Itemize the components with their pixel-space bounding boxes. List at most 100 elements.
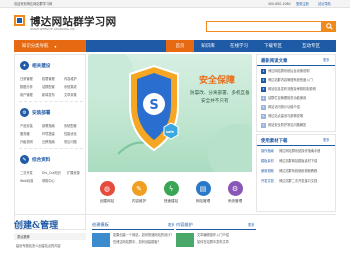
login-link[interactable]: 登录注册 bbox=[296, 2, 309, 6]
sidebar-link[interactable]: 权限管理 bbox=[42, 76, 55, 81]
globe-icon: ◍ bbox=[99, 181, 115, 196]
subtab-bar: 重点推荐 bbox=[14, 233, 86, 240]
search-input[interactable] bbox=[206, 21, 322, 32]
sidebar-link[interactable]: 系统配置 bbox=[64, 123, 77, 128]
search-icon bbox=[325, 23, 333, 30]
download-desc[interactable]: 博达站群系统使用视频教程 bbox=[279, 169, 317, 173]
thumbnail-image[interactable] bbox=[92, 233, 110, 247]
top-bar: 欢迎来到博达网站群学习网 400-600-1060 登录注册 站点导航 bbox=[0, 0, 350, 8]
tool-site-management[interactable]: ▤ 网站管理 bbox=[188, 176, 218, 212]
download-name[interactable]: 模板素材 bbox=[261, 159, 274, 163]
gear-icon: ⚙ bbox=[227, 181, 243, 196]
list-item[interactable]: 2 博达站群内容管理系统快速入门 bbox=[261, 78, 313, 83]
nav-interactive[interactable]: 互动专区 bbox=[294, 40, 328, 52]
more-link[interactable]: 更多 bbox=[248, 223, 254, 227]
sidebar-link[interactable]: Div_Css知识 bbox=[42, 170, 61, 175]
sidebar-link[interactable]: 内容维护 bbox=[64, 76, 77, 81]
bolt-icon: ϟ bbox=[163, 181, 179, 196]
nav-knowledge[interactable]: 知识库 bbox=[194, 40, 222, 52]
column-title: 创建模板 bbox=[92, 222, 109, 227]
sidebar-link[interactable]: 性能优化 bbox=[64, 131, 77, 136]
sidebar-link[interactable]: 迁移指南 bbox=[42, 139, 55, 144]
sidebar-link[interactable]: 用户管理 bbox=[20, 92, 33, 97]
rank-badge: 6 bbox=[261, 114, 266, 119]
tool-label: 内容维护 bbox=[131, 199, 147, 203]
section-title: 创建&管理 bbox=[14, 221, 59, 231]
tool-label: 网站管理 bbox=[195, 199, 211, 203]
banner-line-2: 安全并不只有 bbox=[201, 99, 229, 104]
banner-line-1: 防篡改、分离部署、多机互备 bbox=[190, 91, 250, 96]
list-item[interactable]: 如果创建一个网站，如何快速网站的设计？ bbox=[113, 233, 174, 237]
hero-banner[interactable]: S 安全保障 防篡改、分离部署、多机互备 安全并不只有 safe bbox=[88, 54, 252, 172]
tool-label: 创建网站 bbox=[99, 199, 115, 203]
site-subtitle: WWW.WEBSITE.LEARNING.CN bbox=[30, 27, 75, 31]
download-more-link[interactable]: 更多 bbox=[323, 138, 329, 142]
sidebar-link[interactable]: 日常管理 bbox=[20, 76, 33, 81]
download-name[interactable]: 开发文档 bbox=[261, 179, 274, 183]
sidebar-link[interactable]: 数据分析 bbox=[20, 84, 33, 89]
download-title: 使用素材下载 bbox=[261, 139, 288, 144]
edit-icon: ✎ bbox=[131, 181, 147, 196]
site-nav-link[interactable]: 站点导航 bbox=[318, 2, 331, 6]
sidebar-link[interactable]: 常见问题 bbox=[64, 139, 77, 144]
download-desc[interactable]: 博达站群二次开发接口文档 bbox=[279, 179, 317, 183]
more-link[interactable]: 更多 bbox=[168, 223, 174, 227]
nav-online-learning[interactable]: 在线学习 bbox=[224, 40, 254, 52]
tool-create-site[interactable]: ◍ 创建网站 bbox=[92, 176, 122, 212]
subtab-featured[interactable]: 重点推荐 bbox=[17, 235, 30, 239]
sidebar-link[interactable]: 产品安装 bbox=[20, 123, 33, 128]
list-item[interactable]: 1 博达网站群系统后台设置说明 bbox=[261, 69, 309, 74]
sidebar-link[interactable]: 系统集成 bbox=[64, 84, 77, 89]
sidebar-link[interactable]: 新闻发布 bbox=[42, 92, 55, 97]
chevron-down-icon: ▾ bbox=[54, 43, 57, 49]
banner-headline: 安全保障 bbox=[199, 76, 236, 86]
recommend-panel: 最新阅读文章 更多 1 博达网站群系统后台设置说明 2 博达站群内容管理系统快速入门… bbox=[256, 54, 336, 132]
list-item[interactable]: 建设专题站怎么创建站点的内容 bbox=[16, 244, 61, 248]
recommend-title: 最新阅读文章 bbox=[261, 59, 288, 64]
tool-label: 系统管理 bbox=[227, 199, 243, 203]
sidebar-link[interactable]: 环境搭建 bbox=[42, 131, 55, 136]
list-item[interactable]: 6 博达站点建设与部署说明 bbox=[261, 114, 303, 119]
tool-system-management[interactable]: ⚙ 系统管理 bbox=[220, 176, 250, 212]
nav-downloads[interactable]: 下载专区 bbox=[256, 40, 290, 52]
sidebar-link[interactable]: 扩展资源 bbox=[67, 170, 80, 175]
sidebar-link[interactable]: 站群配置 bbox=[42, 84, 55, 89]
download-desc[interactable]: 博达网站群系统操作指南手册 bbox=[279, 149, 320, 153]
logo-icon bbox=[12, 13, 27, 28]
list-item[interactable]: 在博达网站群中，如何创建模板？ bbox=[113, 240, 161, 244]
download-desc[interactable]: 博达站群网站模板素材下载 bbox=[279, 159, 317, 163]
list-item[interactable]: 如何在站群中发布文章 bbox=[197, 240, 229, 244]
nav-home[interactable]: 首页 bbox=[166, 40, 194, 52]
sidebar-link[interactable]: 部署指南 bbox=[42, 123, 55, 128]
divider bbox=[257, 145, 335, 146]
list-item[interactable]: 4 站群栏目管理相关功能使用 bbox=[261, 96, 306, 101]
sidebar-section-title: 相关建设 bbox=[32, 64, 51, 69]
thumbnail-image[interactable] bbox=[176, 233, 194, 247]
category-nav-button[interactable]: 知识分类导航 ▾ bbox=[14, 40, 86, 52]
category-nav-label: 知识分类导航 bbox=[22, 44, 49, 49]
divider bbox=[19, 148, 83, 149]
sidebar-link[interactable]: 升级说明 bbox=[20, 139, 33, 144]
sidebar-link[interactable]: Web标准 bbox=[20, 178, 33, 183]
sidebar-link[interactable]: 服务器 bbox=[20, 131, 30, 136]
download-name[interactable]: 使用视频 bbox=[261, 169, 274, 173]
rank-badge: 7 bbox=[261, 123, 266, 128]
divider bbox=[14, 214, 336, 215]
sidebar-link[interactable]: 帮助中心 bbox=[42, 178, 55, 183]
list-item[interactable]: 5 网站访问统计功能介绍 bbox=[261, 105, 300, 110]
divider bbox=[257, 65, 335, 66]
rank-badge: 5 bbox=[261, 105, 266, 110]
recommend-more-link[interactable]: 更多 bbox=[323, 58, 329, 62]
tool-label: 快速建站 bbox=[163, 199, 179, 203]
tool-quick-build[interactable]: ϟ 快速建站 bbox=[156, 176, 186, 212]
sidebar-link[interactable]: 文章采集 bbox=[64, 92, 77, 97]
download-name[interactable]: 操作指南 bbox=[261, 149, 274, 153]
tool-content-maintenance[interactable]: ✎ 内容维护 bbox=[124, 176, 154, 212]
list-item[interactable]: 7 网站安全防护常见问题解答 bbox=[261, 123, 306, 128]
list-item[interactable]: 3 网站信息发布流程及审核机制说明 bbox=[261, 87, 316, 92]
phone-number: 400-600-1060 bbox=[268, 1, 291, 6]
sidebar-link[interactable]: 二次开发 bbox=[20, 170, 33, 175]
search-button[interactable] bbox=[322, 21, 336, 32]
list-item[interactable]: 文章编辑操作入门介绍 bbox=[197, 233, 229, 237]
search-field[interactable] bbox=[207, 22, 321, 31]
